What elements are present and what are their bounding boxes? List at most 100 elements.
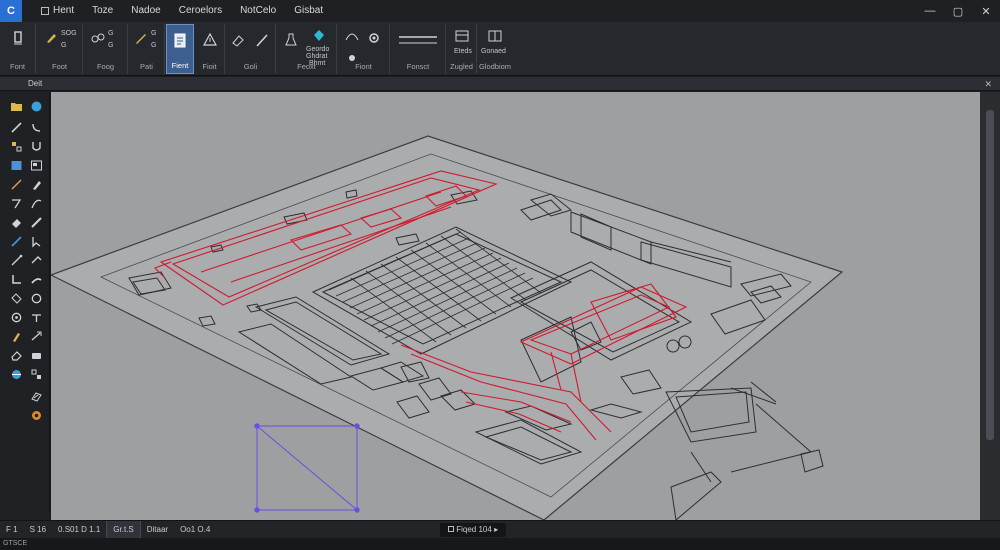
snap-tool-icon[interactable] xyxy=(27,365,45,383)
status-layer[interactable]: Oo1 O.4 xyxy=(174,521,216,539)
web-tool-icon[interactable] xyxy=(7,365,25,383)
triangle-warning-icon[interactable] xyxy=(200,30,220,50)
pen-icon[interactable] xyxy=(252,30,272,50)
offset-tool-icon[interactable] xyxy=(27,251,45,269)
ribbon-small-label[interactable]: G xyxy=(151,30,156,37)
drawing-sheet xyxy=(51,135,844,520)
ribbon-small-label[interactable]: SOG xyxy=(61,30,77,37)
corner-tool-icon[interactable] xyxy=(7,270,25,288)
toolbox-footer xyxy=(0,512,50,520)
ribbon-group-label: Foog xyxy=(96,62,115,71)
paint-tool-icon[interactable] xyxy=(7,327,25,345)
document-icon[interactable] xyxy=(170,31,190,51)
taskbar-label: GTSCE xyxy=(3,540,28,547)
selection-box xyxy=(254,423,360,513)
ribbon-group-fient[interactable]: Fient xyxy=(166,24,194,74)
status-bar: F 1 S 16 0.S01 D 1.1 Gr.t.S Ditaar Oo1 O… xyxy=(0,520,1000,539)
window-controls: — ▢ ✕ xyxy=(916,0,1000,22)
ribbon-small-label[interactable]: G xyxy=(61,42,66,49)
fill-tool-icon[interactable] xyxy=(7,213,25,231)
folder-icon[interactable] xyxy=(7,97,25,115)
flask-icon[interactable] xyxy=(281,30,301,50)
brush-tool-icon[interactable] xyxy=(27,175,45,193)
close-document-icon[interactable]: ✕ xyxy=(984,77,992,91)
target-tool-icon[interactable] xyxy=(7,308,25,326)
ribbon-group-label: Pati xyxy=(140,62,153,71)
menu-item-hent[interactable]: Hent xyxy=(32,0,83,22)
layout-selector[interactable]: Fiqed 104 ▸ xyxy=(440,523,507,537)
spline-tool-icon[interactable] xyxy=(27,194,45,212)
measure-tool-icon[interactable] xyxy=(7,251,25,269)
layer-tool-icon[interactable] xyxy=(27,346,45,364)
menu-item-ceroelors[interactable]: Ceroelors xyxy=(170,0,231,22)
minimize-button[interactable]: — xyxy=(916,0,944,22)
select-arrow-icon[interactable] xyxy=(27,232,45,250)
ribbon-small-label[interactable]: G xyxy=(151,42,156,49)
ribbon-group-zugled: Eteds Zugled xyxy=(447,24,477,74)
knife-tool-icon[interactable] xyxy=(27,213,45,231)
ribbon-group-feoxt: Geordo Ghdrat Bhmt Feoxt xyxy=(277,24,337,74)
ribbon-group-label: Feoxt xyxy=(297,62,316,71)
ribbon-small-label[interactable]: Gonaed xyxy=(481,48,506,55)
erase-tool-icon[interactable] xyxy=(7,346,25,364)
ribbon-small-label[interactable]: Geordo xyxy=(306,46,329,53)
brush-icon[interactable] xyxy=(41,28,61,48)
status-item: F 1 xyxy=(6,524,18,534)
render-tool-icon[interactable] xyxy=(27,406,45,424)
diamond-icon[interactable] xyxy=(309,26,329,46)
drawing-canvas[interactable] xyxy=(51,92,980,520)
pencil-icon[interactable] xyxy=(131,28,151,48)
status-item: S 16 xyxy=(29,524,47,534)
menu-item-gisbat[interactable]: Gisbat xyxy=(285,0,332,22)
curve-icon[interactable] xyxy=(342,26,362,46)
rectangle-tool-icon[interactable] xyxy=(7,156,25,174)
magnet-tool-icon[interactable] xyxy=(27,137,45,155)
ribbon-small-label[interactable]: Ghdrat xyxy=(306,53,327,60)
status-grid-toggle[interactable]: Gr.t.S xyxy=(106,520,141,539)
ribbon-small-label[interactable]: Eteds xyxy=(454,48,472,55)
eraser-icon[interactable] xyxy=(228,30,248,50)
menu-item-notcelo[interactable]: NotCelo xyxy=(231,0,285,22)
globe-icon[interactable] xyxy=(27,97,45,115)
ribbon-group-label: Zugled xyxy=(450,62,473,71)
ribbon-small-label[interactable]: G xyxy=(108,30,113,37)
vertical-scrollbar[interactable] xyxy=(980,92,1000,520)
grid-icon[interactable] xyxy=(485,26,505,46)
menu-item-nadoe[interactable]: Nadoe xyxy=(122,0,169,22)
pencil-tool-icon[interactable] xyxy=(7,118,25,136)
close-window-button[interactable]: ✕ xyxy=(972,0,1000,22)
line-tool-icon[interactable] xyxy=(7,175,25,193)
move-tool-icon[interactable] xyxy=(27,327,45,345)
trim-tool-icon[interactable] xyxy=(7,289,25,307)
link-icon[interactable] xyxy=(88,28,108,48)
restore-button[interactable]: ▢ xyxy=(944,0,972,22)
ribbon-group-foog: G G Foog xyxy=(84,24,128,74)
circle-tool-icon[interactable] xyxy=(27,289,45,307)
bold-tool-icon[interactable] xyxy=(8,28,28,48)
scrollbar-thumb[interactable] xyxy=(986,110,994,440)
app-logo[interactable]: C xyxy=(0,0,22,22)
sweep-tool-icon[interactable] xyxy=(27,270,45,288)
dimension-tool-icon[interactable] xyxy=(7,137,25,155)
line-weight-icon[interactable] xyxy=(397,30,439,50)
ribbon-group-label: Font xyxy=(9,62,25,71)
polyline-tool-icon[interactable] xyxy=(7,194,25,212)
blueprint-drawing xyxy=(51,135,844,520)
arc-tool-icon[interactable] xyxy=(27,118,45,136)
ribbon-group-label: Fiont xyxy=(355,62,372,71)
menu-item-toze[interactable]: Toze xyxy=(83,0,122,22)
ribbon-group-label: Fonsct xyxy=(406,62,430,71)
ribbon-small-label[interactable]: G xyxy=(108,42,113,49)
split-tool-icon[interactable] xyxy=(27,308,45,326)
table-icon[interactable] xyxy=(452,26,472,46)
frame-tool-icon[interactable] xyxy=(27,156,45,174)
gear-icon[interactable] xyxy=(364,28,384,48)
hatch-tool-icon[interactable] xyxy=(27,387,45,405)
square-icon xyxy=(41,7,49,15)
document-tab[interactable]: Deit xyxy=(22,77,48,91)
ribbon-group-label: Goli xyxy=(243,62,258,71)
ribbon-group-label: Glodbiom xyxy=(478,62,512,71)
eyedropper-tool-icon[interactable] xyxy=(7,232,25,250)
title-bar: C Hent Toze Nadoe Ceroelors NotCelo Gisb… xyxy=(0,0,1000,22)
status-mode[interactable]: Ditaar xyxy=(141,521,174,539)
